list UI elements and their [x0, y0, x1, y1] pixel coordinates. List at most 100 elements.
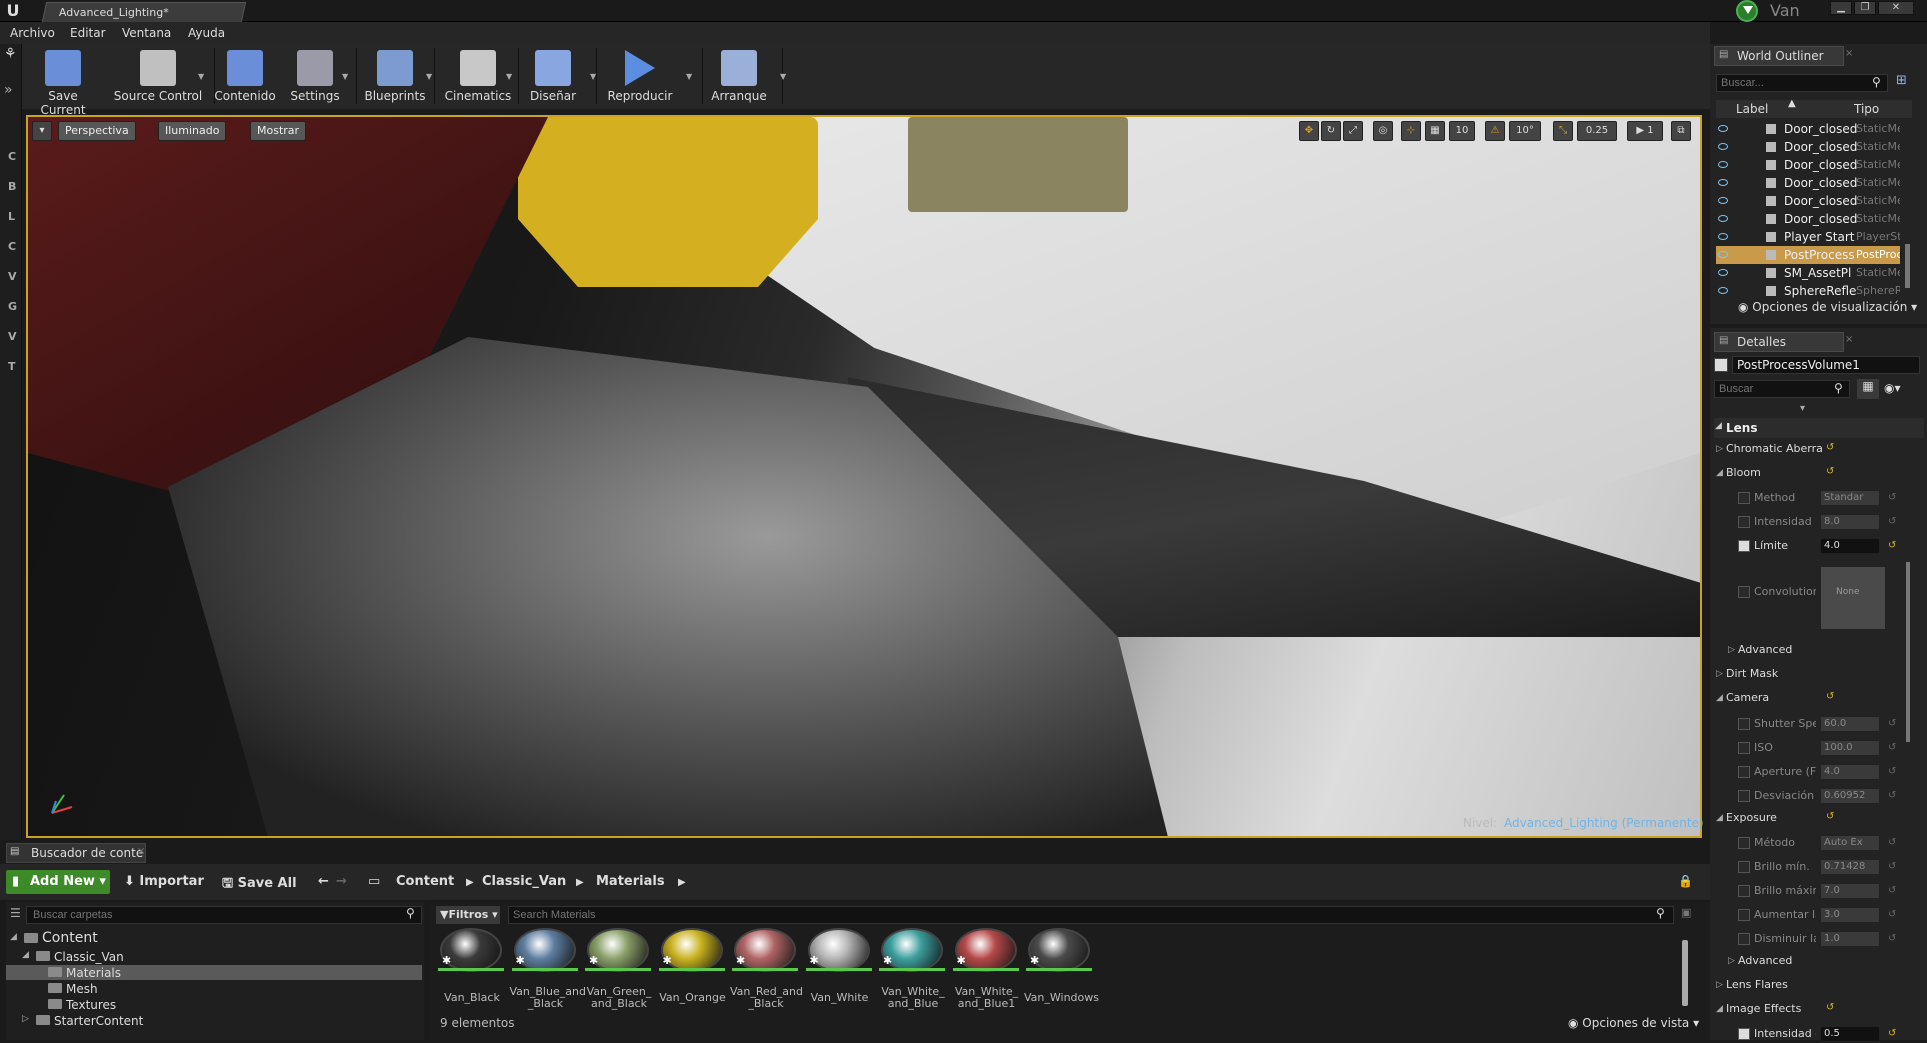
breadcrumb-2[interactable]: Materials: [596, 874, 665, 889]
category-expander-icon[interactable]: ◢: [1716, 693, 1723, 703]
breadcrumb-chevron-icon[interactable]: ▶: [678, 877, 686, 888]
level-viewport[interactable]: [26, 115, 1702, 838]
material-name[interactable]: Van_Blue_and _Black: [510, 986, 586, 1010]
property-value-field[interactable]: 0.60952: [1820, 787, 1880, 804]
outliner-row[interactable]: Door_closed StaticMe: [1716, 192, 1900, 210]
show-button[interactable]: Mostrar: [250, 121, 307, 141]
forward-icon[interactable]: →: [336, 874, 347, 889]
category-expander-icon[interactable]: ▷: [1716, 444, 1723, 454]
material-name[interactable]: Van_White_ and_Blue1: [951, 986, 1023, 1010]
sources-toggle-icon[interactable]: ☰: [10, 906, 21, 920]
lit-mode-button[interactable]: Iluminado: [158, 121, 227, 141]
outliner-scrollbar[interactable]: [1905, 244, 1910, 288]
reset-value-icon[interactable]: ↺: [1888, 715, 1896, 733]
details-property[interactable]: ISO 100.0 ↺: [1738, 739, 1924, 757]
details-category[interactable]: Exposure: [1726, 811, 1777, 824]
toolbar-save-button[interactable]: Save Current: [28, 46, 98, 117]
details-search-input[interactable]: [1714, 380, 1850, 398]
material-name[interactable]: Van_Green_ and_Black: [583, 986, 655, 1010]
scale-icon[interactable]: ⤢: [1343, 121, 1363, 141]
details-category[interactable]: Chromatic Aberra: [1726, 442, 1823, 455]
reset-value-icon[interactable]: ↺: [1888, 787, 1896, 805]
filters-button[interactable]: ▼Filtros ▾: [436, 906, 500, 924]
material-name[interactable]: Van_Red_and _Black: [730, 986, 803, 1010]
outliner-row[interactable]: SphereRefleSphereRe: [1716, 282, 1900, 300]
mode-tab-0[interactable]: C: [8, 150, 16, 163]
details-property[interactable]: Intensidad d 0.5 ↺: [1738, 1025, 1924, 1043]
property-value-field[interactable]: 3.0: [1820, 907, 1880, 924]
visibility-eye-icon[interactable]: [1718, 251, 1728, 258]
material-name[interactable]: Van_Windows: [1024, 992, 1099, 1004]
toolbar-settings-button[interactable]: Settings: [284, 46, 346, 106]
property-value-field[interactable]: 0.71428: [1820, 859, 1880, 876]
reset-to-default-icon[interactable]: ↺: [1826, 442, 1834, 453]
details-category[interactable]: Bloom: [1726, 466, 1761, 479]
toolbar-dropdown-arrow-icon[interactable]: ▼: [426, 72, 432, 81]
reset-value-icon[interactable]: ↺: [1888, 763, 1896, 781]
category-expander-icon[interactable]: ◢: [1716, 813, 1723, 823]
override-checkbox[interactable]: [1738, 765, 1750, 778]
toolbar-source-control-button[interactable]: Source Control: [112, 46, 204, 106]
scale-snap-value[interactable]: 0.25: [1577, 121, 1617, 141]
visibility-eye-icon[interactable]: [1718, 143, 1728, 150]
details-property[interactable]: Shutter Spe 60.0 ↺: [1738, 715, 1924, 733]
add-actor-icon[interactable]: ⊞: [1896, 73, 1907, 88]
save-search-icon[interactable]: ▣: [1681, 906, 1691, 919]
tree-item-startercontent[interactable]: StarterContent: [54, 1014, 143, 1028]
toolbar-dropdown-arrow-icon[interactable]: ▼: [780, 72, 786, 81]
category-expander-icon[interactable]: ◢: [1716, 468, 1723, 478]
mode-tab-2[interactable]: L: [8, 210, 15, 223]
details-category[interactable]: Lens Flares: [1726, 978, 1788, 991]
asset-scrollbar[interactable]: [1682, 940, 1688, 1006]
outliner-row[interactable]: Door_closed StaticMe: [1716, 210, 1900, 228]
outliner-row[interactable]: Door_closed StaticMe: [1716, 174, 1900, 192]
tree-item-mesh[interactable]: Mesh: [66, 982, 98, 996]
outliner-row[interactable]: Player Start PlayerSt: [1716, 228, 1900, 246]
toolbar-launch-button[interactable]: Arranque: [700, 46, 778, 106]
property-value-field[interactable]: 4.0: [1820, 763, 1880, 780]
override-checkbox[interactable]: [1738, 933, 1750, 946]
grid-snap-icon[interactable]: ▦: [1425, 121, 1445, 141]
camera-speed-value[interactable]: ▶ 1: [1627, 121, 1663, 141]
property-value-field[interactable]: 100.0: [1820, 739, 1880, 756]
toolbar-cinematics-button[interactable]: Cinematics: [440, 46, 516, 106]
toolbar-dropdown-arrow-icon[interactable]: ▼: [506, 72, 512, 81]
tree-item-classic_van[interactable]: Classic_Van: [54, 950, 124, 964]
override-checkbox[interactable]: [1738, 741, 1750, 754]
property-value-field[interactable]: 60.0: [1820, 715, 1880, 732]
category-expander-icon[interactable]: ▷: [1728, 956, 1735, 966]
reset-value-icon[interactable]: ↺: [1888, 930, 1896, 948]
details-category[interactable]: Dirt Mask: [1726, 667, 1778, 680]
collapse-icon[interactable]: ▾: [1800, 403, 1805, 414]
details-tab[interactable]: Detalles: [1714, 332, 1844, 352]
tree-expander-icon[interactable]: ◢: [10, 932, 17, 942]
reset-value-icon[interactable]: ↺: [1888, 739, 1896, 757]
outliner-row[interactable]: Door_closed StaticMe: [1716, 120, 1900, 138]
rotate-icon[interactable]: ↻: [1321, 121, 1341, 141]
property-value-field[interactable]: Standar: [1820, 490, 1880, 507]
override-checkbox[interactable]: [1738, 1028, 1750, 1041]
override-checkbox[interactable]: [1738, 516, 1750, 529]
toolbar-build-button[interactable]: Diseñar: [522, 46, 584, 106]
override-checkbox[interactable]: [1738, 540, 1750, 553]
outliner-row[interactable]: SM_AssetPl StaticMe: [1716, 264, 1900, 282]
material-name[interactable]: Van_White_ and_Blue: [877, 986, 949, 1010]
material-name[interactable]: Van_White: [804, 992, 876, 1004]
details-property[interactable]: Desviación 0.60952 ↺: [1738, 787, 1924, 805]
outliner-view-options[interactable]: ◉ Opciones de visualización ▾: [1738, 300, 1917, 314]
category-expander-icon[interactable]: ▷: [1716, 669, 1723, 679]
breadcrumb-chevron-icon[interactable]: ▶: [576, 877, 584, 888]
content-browser-tab[interactable]: Buscador de conte: [6, 843, 146, 863]
material-name[interactable]: Van_Black: [436, 992, 508, 1004]
tree-item-materials[interactable]: Materials: [66, 966, 121, 980]
details-category[interactable]: Image Effects: [1726, 1002, 1801, 1015]
toolbar-dropdown-arrow-icon[interactable]: ▼: [198, 72, 204, 81]
perspective-button[interactable]: Perspectiva: [58, 121, 136, 141]
tree-expander-icon[interactable]: ◢: [22, 950, 29, 960]
close-tab-icon[interactable]: ×: [137, 846, 145, 857]
breadcrumb-1[interactable]: Classic_Van: [482, 874, 566, 889]
outliner-row[interactable]: PostProcess PostProc: [1716, 246, 1900, 264]
details-property[interactable]: Aumentar la 3.0 ↺: [1738, 906, 1924, 924]
details-property[interactable]: Límite 4.0 ↺: [1738, 537, 1924, 555]
override-checkbox[interactable]: [1738, 861, 1750, 874]
